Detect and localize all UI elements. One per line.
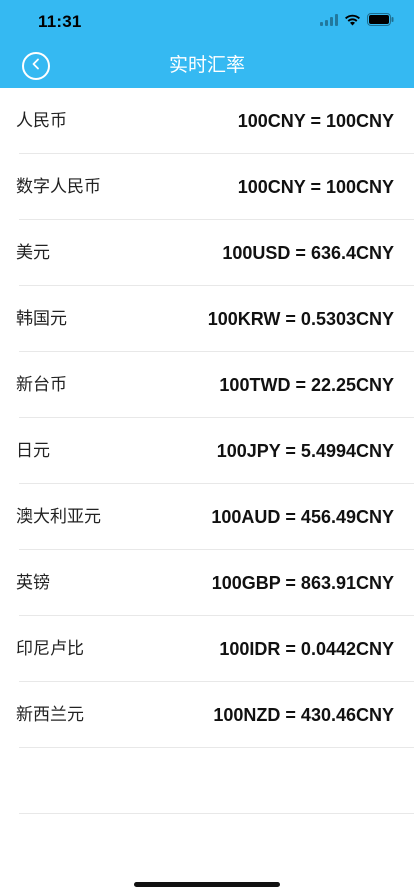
page-title: 实时汇率 — [168, 55, 245, 76]
currency-name: 美元 — [16, 243, 50, 262]
home-indicator[interactable] — [134, 882, 280, 887]
list-item[interactable]: 日元 100JPY = 5.4994CNY — [0, 418, 414, 484]
currency-name: 数字人民币 — [16, 177, 101, 196]
exchange-rate: 100CNY = 100CNY — [237, 111, 394, 131]
exchange-rate: 100CNY = 100CNY — [237, 177, 394, 197]
list-item[interactable]: 新台币 100TWD = 22.25CNY — [0, 352, 414, 418]
currency-name: 新西兰元 — [16, 705, 84, 724]
exchange-rate: 100JPY = 5.4994CNY — [216, 441, 394, 461]
currency-name: 人民币 — [16, 111, 67, 130]
wifi-icon — [344, 13, 361, 31]
header-bar: 11:31 实时汇率 — [0, 0, 414, 88]
list-item[interactable]: 英镑 100GBP = 863.91CNY — [0, 550, 414, 616]
exchange-rate: 100GBP = 863.91CNY — [211, 573, 394, 593]
signal-icon — [320, 13, 338, 31]
currency-name: 英镑 — [16, 573, 50, 592]
rate-list: 人民币 100CNY = 100CNY 数字人民币 100CNY = 100CN… — [0, 88, 414, 814]
list-item[interactable]: 韩国元 100KRW = 0.5303CNY — [0, 286, 414, 352]
exchange-rate: 100USD = 636.4CNY — [222, 243, 394, 263]
list-item[interactable]: 澳大利亚元 100AUD = 456.49CNY — [0, 484, 414, 550]
status-icons — [320, 13, 394, 31]
exchange-rate: 100IDR = 0.0442CNY — [219, 639, 394, 659]
empty-row — [0, 748, 414, 814]
status-time: 11:31 — [38, 12, 82, 31]
currency-name: 韩国元 — [16, 309, 67, 328]
battery-icon — [367, 13, 394, 31]
currency-name: 日元 — [16, 441, 50, 460]
exchange-rate: 100KRW = 0.5303CNY — [207, 309, 394, 329]
exchange-rate: 100NZD = 430.46CNY — [213, 705, 394, 725]
currency-name: 澳大利亚元 — [16, 507, 101, 526]
exchange-rate: 100TWD = 22.25CNY — [219, 375, 394, 395]
currency-name: 印尼卢比 — [16, 639, 84, 658]
list-item[interactable]: 新西兰元 100NZD = 430.46CNY — [0, 682, 414, 748]
exchange-rate: 100AUD = 456.49CNY — [211, 507, 394, 527]
list-item[interactable]: 印尼卢比 100IDR = 0.0442CNY — [0, 616, 414, 682]
list-item[interactable]: 人民币 100CNY = 100CNY — [0, 88, 414, 154]
list-item[interactable]: 美元 100USD = 636.4CNY — [0, 220, 414, 286]
screen: 11:31 实时汇率 人民币 100CNY = 100CNY 数字人民币 100… — [0, 0, 414, 896]
list-item[interactable]: 数字人民币 100CNY = 100CNY — [0, 154, 414, 220]
currency-name: 新台币 — [16, 375, 67, 394]
